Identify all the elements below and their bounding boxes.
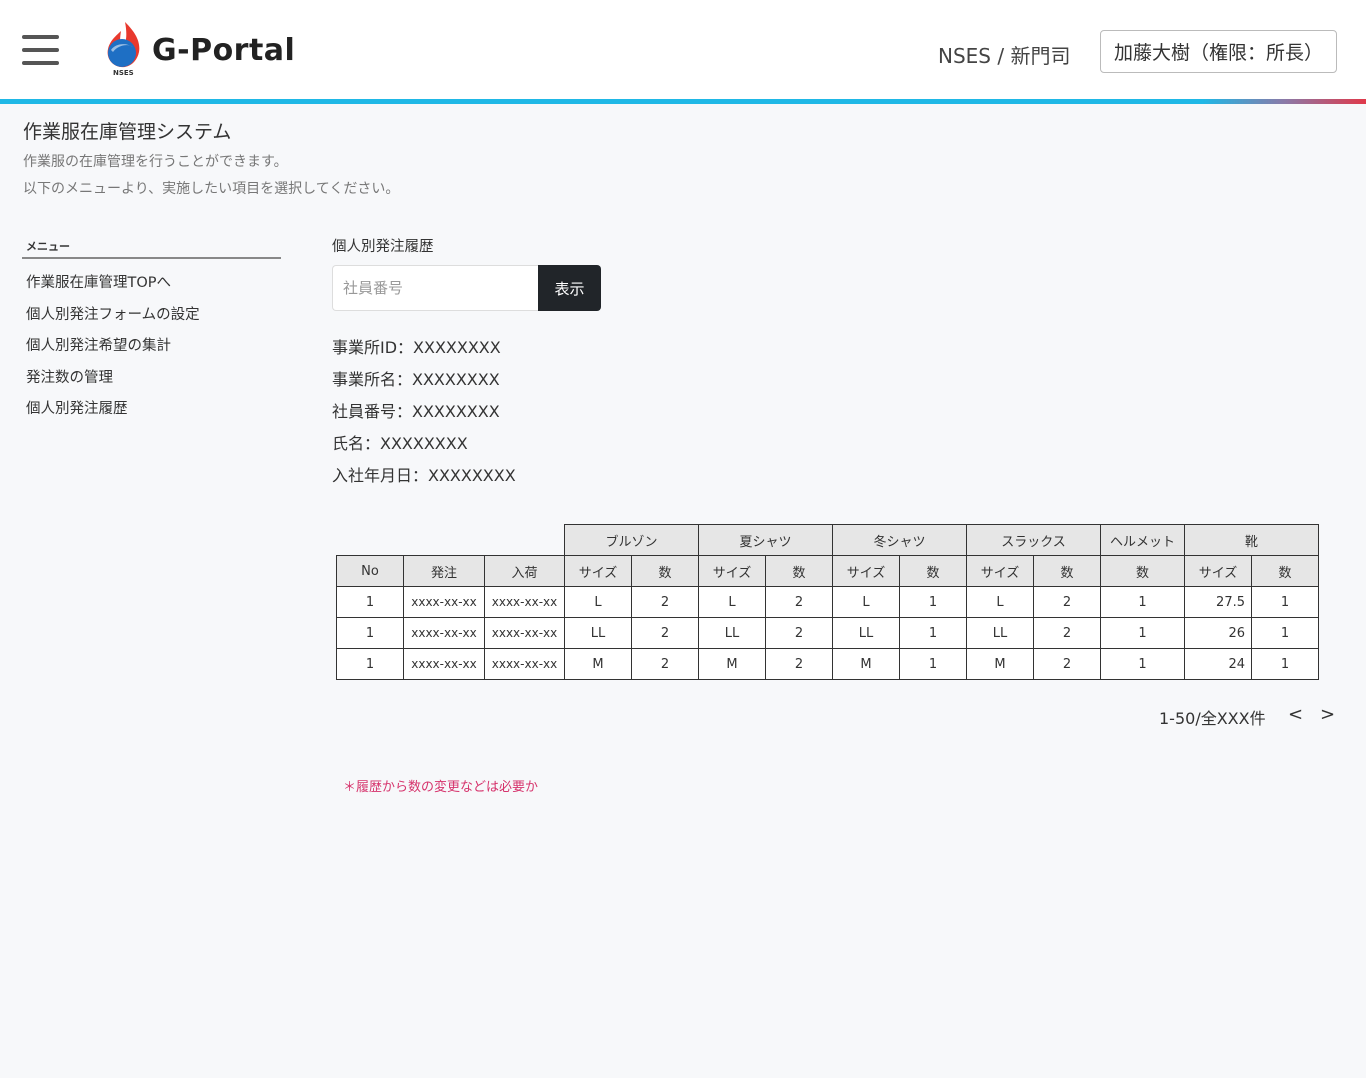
table-cell: L — [832, 586, 900, 618]
logo-sub-label: NSES — [113, 69, 134, 77]
table-cell: M — [698, 648, 766, 680]
column-header: サイズ — [1184, 555, 1252, 587]
menu-item-order-quantity[interactable]: 発注数の管理 — [26, 368, 200, 400]
column-header: 発注 — [403, 555, 485, 587]
table-cell: xxxx-xx-xx — [403, 617, 485, 649]
column-header: サイズ — [966, 555, 1034, 587]
table-cell: 2 — [631, 617, 699, 649]
table-cell: 1 — [1251, 586, 1319, 618]
table-cell: M — [832, 648, 900, 680]
table-cell: M — [966, 648, 1034, 680]
table-cell: 2 — [631, 586, 699, 618]
page-description-2: 以下のメニューより、実施したい項目を選択してください。 — [23, 181, 400, 197]
column-header: サイズ — [698, 555, 766, 587]
group-header-winter-shirt: 冬シャツ — [832, 524, 967, 556]
table-cell: 26 — [1184, 617, 1252, 649]
table-cell: 1 — [336, 586, 404, 618]
column-header: 数 — [1100, 555, 1185, 587]
table-cell: 1 — [899, 617, 967, 649]
table-row: 1 xxxx-xx-xx xxxx-xx-xx LL 2 LL 2 LL 1 L… — [336, 617, 1319, 649]
table-cell: 1 — [1251, 617, 1319, 649]
table-cell: xxxx-xx-xx — [484, 617, 565, 649]
column-header: 数 — [765, 555, 833, 587]
column-header: 数 — [899, 555, 967, 587]
table-cell: 2 — [765, 617, 833, 649]
table-cell: 2 — [765, 586, 833, 618]
menu-item-order-request-summary[interactable]: 個人別発注希望の集計 — [26, 336, 200, 368]
show-button[interactable]: 表示 — [538, 265, 601, 311]
menu-heading: メニュー — [26, 240, 70, 253]
user-button[interactable]: 加藤大樹（権限：所長） — [1100, 30, 1337, 73]
office-name-text: 事業所名：XXXXXXXX — [332, 370, 500, 389]
group-header-helmet: ヘルメット — [1100, 524, 1185, 556]
office-label: NSES / 新門司 — [938, 44, 1071, 68]
table-row: 1 xxxx-xx-xx xxxx-xx-xx M 2 M 2 M 1 M 2 … — [336, 648, 1319, 680]
column-header: 入荷 — [484, 555, 565, 587]
table-cell: 27.5 — [1184, 586, 1252, 618]
table-cell: 24 — [1184, 648, 1252, 680]
column-header: 数 — [1251, 555, 1319, 587]
column-header: 数 — [631, 555, 699, 587]
table-group-header-row: ブルゾン 夏シャツ 冬シャツ スラックス ヘルメット 靴 — [337, 524, 1319, 556]
table-cell: 1 — [336, 617, 404, 649]
prev-page-button[interactable]: < — [1288, 704, 1303, 725]
table-cell: 1 — [899, 586, 967, 618]
app-logo-text[interactable]: G-Portal — [152, 33, 295, 68]
page-title: 作業服在庫管理システム — [23, 121, 232, 143]
table-cell: M — [564, 648, 632, 680]
column-header: No — [336, 555, 404, 587]
table-cell: 2 — [631, 648, 699, 680]
page-description-1: 作業服の在庫管理を行うことができます。 — [23, 154, 288, 170]
next-page-button[interactable]: > — [1320, 704, 1335, 725]
pagination-count: 1-50/全XXX件 — [1159, 709, 1266, 728]
office-id-text: 事業所ID：XXXXXXXX — [332, 338, 501, 357]
table-row: 1 xxxx-xx-xx xxxx-xx-xx L 2 L 2 L 1 L 2 … — [336, 586, 1319, 618]
employee-name-text: 氏名：XXXXXXXX — [332, 434, 468, 453]
table-cell: L — [966, 586, 1034, 618]
order-history-table: ブルゾン 夏シャツ 冬シャツ スラックス ヘルメット 靴 No 発注 入荷 サイ… — [336, 524, 1319, 680]
table-cell: xxxx-xx-xx — [403, 586, 485, 618]
table-cell: 2 — [1033, 586, 1101, 618]
table-cell: LL — [832, 617, 900, 649]
table-cell: 1 — [336, 648, 404, 680]
table-cell: 1 — [1251, 648, 1319, 680]
table-cell: L — [698, 586, 766, 618]
table-cell: 2 — [1033, 648, 1101, 680]
note-text: ＊履歴から数の変更などは必要か — [343, 780, 539, 795]
column-header: 数 — [1033, 555, 1101, 587]
employee-number-input[interactable] — [332, 265, 538, 311]
table-cell: 2 — [1033, 617, 1101, 649]
table-cell: 2 — [765, 648, 833, 680]
column-header: サイズ — [832, 555, 900, 587]
table-cell: xxxx-xx-xx — [484, 648, 565, 680]
menu-divider — [22, 257, 281, 259]
hamburger-menu-icon[interactable] — [22, 35, 59, 65]
table-cell: 1 — [1100, 648, 1185, 680]
table-cell: xxxx-xx-xx — [403, 648, 485, 680]
section-title: 個人別発注履歴 — [332, 239, 434, 255]
table-corner-blank — [337, 525, 565, 556]
table-cell: 1 — [899, 648, 967, 680]
table-cell: LL — [966, 617, 1034, 649]
group-header-summer-shirt: 夏シャツ — [698, 524, 833, 556]
column-header: サイズ — [564, 555, 632, 587]
app-header: NSES G-Portal NSES / 新門司 加藤大樹（権限：所長） — [0, 0, 1366, 100]
menu-item-top[interactable]: 作業服在庫管理TOPへ — [26, 273, 200, 305]
header-accent-bar — [0, 99, 1366, 104]
menu-item-order-form-settings[interactable]: 個人別発注フォームの設定 — [26, 305, 200, 337]
table-cell: LL — [564, 617, 632, 649]
table-column-header-row: No 発注 入荷 サイズ 数 サイズ 数 サイズ 数 サイズ 数 数 サイズ 数 — [336, 555, 1319, 587]
sidebar-menu: 作業服在庫管理TOPへ 個人別発注フォームの設定 個人別発注希望の集計 発注数の… — [26, 273, 200, 431]
table-cell: xxxx-xx-xx — [484, 586, 565, 618]
group-header-blouson: ブルゾン — [564, 524, 699, 556]
table-cell: L — [564, 586, 632, 618]
table-cell: 1 — [1100, 586, 1185, 618]
table-cell: 1 — [1100, 617, 1185, 649]
table-cell: LL — [698, 617, 766, 649]
employee-number-text: 社員番号：XXXXXXXX — [332, 402, 500, 421]
join-date-text: 入社年月日：XXXXXXXX — [332, 466, 516, 485]
menu-item-order-history[interactable]: 個人別発注履歴 — [26, 399, 200, 431]
group-header-slacks: スラックス — [966, 524, 1101, 556]
group-header-shoes: 靴 — [1184, 524, 1319, 556]
